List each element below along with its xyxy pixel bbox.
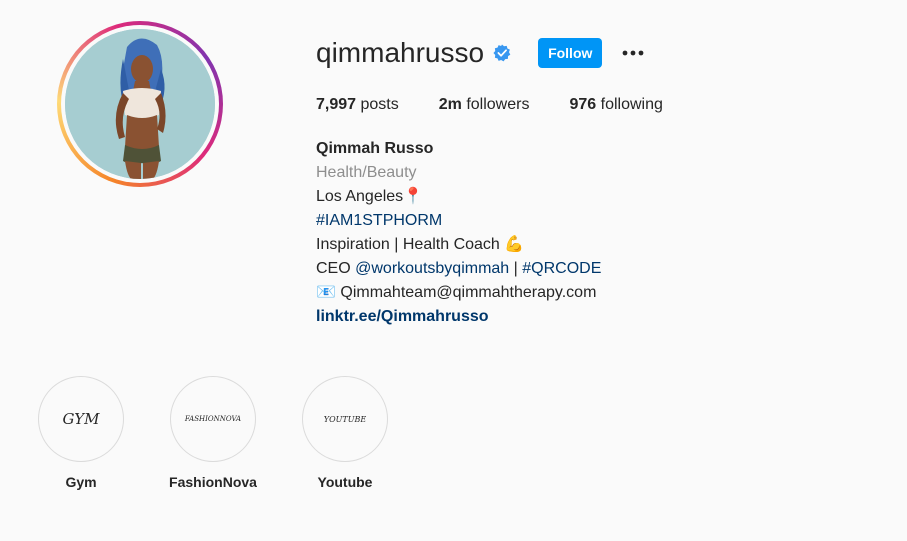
profile-header: qimmahrusso Follow [316, 36, 645, 70]
highlight-cover-text: FASHIONNOVA [184, 415, 242, 423]
highlight-cover[interactable]: GYM [38, 376, 124, 462]
bio-tagline-line: Inspiration | Health Coach 💪 [316, 233, 601, 257]
posts-label: posts [360, 96, 399, 113]
posts-stat: 7,997 posts [316, 96, 399, 114]
highlight-cover[interactable]: FASHIONNOVA [170, 376, 256, 462]
following-stat[interactable]: 976 following [569, 96, 662, 114]
profile-bio: Qimmah Russo Health/Beauty Los Angeles📍 … [316, 137, 601, 329]
bio-tagline: Inspiration | Health Coach [316, 236, 505, 253]
flexed-biceps-emoji-icon: 💪 [504, 236, 525, 253]
envelope-emoji-icon: 📧 [316, 284, 336, 301]
bio-ceo-line: CEO @workoutsbyqimmah | #QRCODE [316, 257, 601, 281]
full-name: Qimmah Russo [316, 140, 434, 157]
verified-badge-icon [493, 44, 511, 62]
username: qimmahrusso [316, 37, 485, 68]
bio-separator: | [509, 260, 523, 277]
more-horizontal-icon [622, 50, 644, 56]
profile-avatar[interactable] [65, 29, 215, 179]
bio-location: Los Angeles [316, 188, 404, 205]
followers-stat[interactable]: 2m followers [439, 96, 530, 114]
posts-count: 7,997 [316, 96, 357, 113]
highlight-label: Gym [65, 474, 97, 490]
followers-count: 2m [438, 96, 462, 113]
following-label: following [600, 96, 663, 113]
bio-ceo-prefix: CEO [316, 260, 356, 277]
highlight-fashionnova[interactable]: FASHIONNOVA FashionNova [169, 376, 257, 490]
category-label: Health/Beauty [316, 164, 417, 181]
bio-location-line: Los Angeles📍 [316, 185, 601, 209]
bio-hashtag-link[interactable]: #IAM1STPHORM [316, 209, 601, 233]
following-count: 976 [569, 96, 597, 113]
highlight-cover[interactable]: YOUTUBE [302, 376, 388, 462]
bio-email: Qimmahteam@qimmahtherapy.com [340, 284, 597, 301]
follow-button[interactable]: Follow [538, 38, 603, 68]
more-options-button[interactable] [621, 41, 645, 65]
bio-email-line: 📧 Qimmahteam@qimmahtherapy.com [316, 281, 601, 305]
qrcode-hashtag-link[interactable]: #QRCODE [522, 260, 601, 277]
profile-stats: 7,997 posts 2m followers 976 following [316, 96, 703, 114]
mention-link[interactable]: @workoutsbyqimmah [355, 260, 509, 277]
highlight-gym[interactable]: GYM Gym [38, 376, 124, 490]
story-highlights: GYM Gym FASHIONNOVA FashionNova YOUTUBE … [38, 376, 434, 490]
highlight-cover-text: GYM [62, 410, 100, 428]
highlight-label: FashionNova [169, 474, 257, 490]
followers-label: followers [466, 96, 530, 113]
external-link[interactable]: linktr.ee/Qimmahrusso [316, 305, 601, 329]
highlight-youtube[interactable]: YOUTUBE Youtube [302, 376, 388, 490]
pin-emoji-icon: 📍 [403, 188, 424, 205]
highlight-label: Youtube [317, 474, 373, 490]
highlight-cover-text: YOUTUBE [323, 414, 367, 424]
profile-page: qimmahrusso Follow 7,997 posts 2m follow… [0, 0, 907, 541]
story-ring[interactable] [57, 21, 223, 187]
